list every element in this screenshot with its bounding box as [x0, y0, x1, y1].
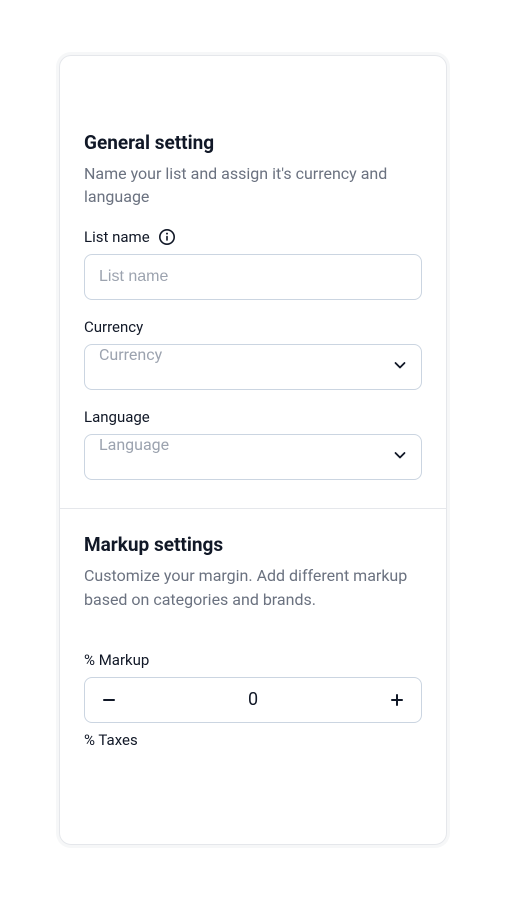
language-label: Language: [84, 408, 422, 426]
language-select[interactable]: Language: [84, 434, 422, 480]
list-name-label: List name: [84, 228, 150, 246]
info-icon[interactable]: [158, 228, 176, 246]
general-title: General setting: [84, 131, 422, 154]
markup-description: Customize your margin. Add different mar…: [84, 564, 422, 610]
language-placeholder: Language: [84, 434, 422, 480]
list-name-input[interactable]: [84, 254, 422, 300]
percent-markup-field: % Markup 0: [84, 651, 422, 723]
markup-value: 0: [133, 689, 373, 710]
currency-label: Currency: [84, 318, 422, 336]
markup-stepper: 0: [84, 677, 422, 723]
currency-select[interactable]: Currency: [84, 344, 422, 390]
percent-taxes-field: % Taxes: [84, 731, 422, 749]
currency-placeholder: Currency: [84, 344, 422, 390]
list-name-field: List name: [84, 228, 422, 300]
markup-increment-button[interactable]: [373, 678, 421, 722]
settings-card: General setting Name your list and assig…: [59, 55, 447, 845]
language-field: Language Language: [84, 408, 422, 480]
markup-section: Markup settings Customize your margin. A…: [60, 509, 446, 784]
percent-taxes-label: % Taxes: [84, 731, 422, 749]
list-name-label-row: List name: [84, 228, 422, 246]
markup-title: Markup settings: [84, 533, 422, 556]
markup-decrement-button[interactable]: [85, 678, 133, 722]
percent-markup-label: % Markup: [84, 651, 422, 669]
general-description: Name your list and assign it's currency …: [84, 162, 422, 208]
general-section: General setting Name your list and assig…: [60, 56, 446, 508]
currency-field: Currency Currency: [84, 318, 422, 390]
